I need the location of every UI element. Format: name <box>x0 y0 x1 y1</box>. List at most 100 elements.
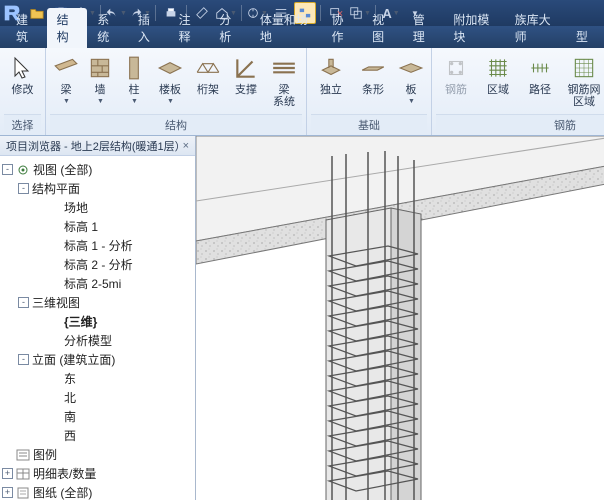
tree-label: 标高 1 <box>64 218 98 235</box>
tree-toggle[interactable]: + <box>2 487 13 498</box>
tree-node[interactable]: + 明细表/数量 <box>2 464 193 483</box>
tree-label: 结构平面 <box>32 180 80 197</box>
tab-structure[interactable]: 结构 <box>47 8 88 48</box>
beam-system-icon <box>270 54 298 82</box>
browser-tree[interactable]: -视图 (全部)-结构平面场地标高 1标高 1 - 分析标高 2 - 分析标高 … <box>0 156 195 500</box>
tree-node[interactable]: -结构平面 <box>2 179 193 198</box>
tree-label: 标高 1 - 分析 <box>64 237 133 254</box>
tab-massing[interactable]: 体量和场地 <box>250 8 322 48</box>
tree-toggle <box>50 373 61 384</box>
main-area: 项目浏览器 - 地上2层结构(暖通1层） × -视图 (全部)-结构平面场地标高… <box>0 136 604 500</box>
tab-systems[interactable]: 系统 <box>87 8 128 48</box>
area-button[interactable]: 区域 <box>478 50 518 100</box>
tree-toggle <box>50 335 61 346</box>
tree-toggle[interactable]: - <box>18 354 29 365</box>
tab-addins[interactable]: 附加模块 <box>443 8 504 48</box>
cursor-icon <box>9 54 37 82</box>
isolated-button[interactable]: 独立 <box>311 50 351 100</box>
ribbon: 修改 选择 梁▼ 墙▼ 柱▼ 楼板▼ 桁架 支撑 梁 系统 结构 独立 条形 板… <box>0 48 604 136</box>
tab-analyze[interactable]: 分析 <box>209 8 250 48</box>
tree-label: 图纸 (全部) <box>33 484 92 500</box>
tree-label: 标高 2 - 分析 <box>64 256 133 273</box>
isolated-icon <box>317 54 345 82</box>
ribbon-tabs: 建筑 结构 系统 插入 注释 分析 体量和场地 协作 视图 管理 附加模块 族库… <box>0 26 604 48</box>
tree-toggle <box>50 240 61 251</box>
tree-toggle[interactable]: - <box>18 297 29 308</box>
panel-structure: 梁▼ 墙▼ 柱▼ 楼板▼ 桁架 支撑 梁 系统 结构 <box>46 48 307 135</box>
area-icon <box>484 54 512 82</box>
tree-label: 西 <box>64 427 76 444</box>
truss-button[interactable]: 桁架 <box>190 50 226 100</box>
path-button[interactable]: 路径 <box>520 50 560 100</box>
tree-toggle[interactable]: - <box>2 164 13 175</box>
tree-node[interactable]: - 视图 (全部) <box>2 160 193 179</box>
tab-view[interactable]: 视图 <box>362 8 403 48</box>
floor-button[interactable]: 楼板▼ <box>152 50 188 109</box>
tree-node[interactable]: 南 <box>2 407 193 426</box>
tree-node[interactable]: 图例 <box>2 445 193 464</box>
tab-insert[interactable]: 插入 <box>128 8 169 48</box>
browser-title-text: 项目浏览器 - 地上2层结构(暖通1层） <box>6 138 183 154</box>
tree-node[interactable]: 标高 2 - 分析 <box>2 255 193 274</box>
panel-rebar-title: 钢筋 <box>436 114 604 135</box>
fabric-area-button[interactable]: 钢筋网 区域 <box>562 50 604 112</box>
column-icon <box>120 54 148 82</box>
beam-button[interactable]: 梁▼ <box>50 50 82 109</box>
tree-node[interactable]: 标高 1 - 分析 <box>2 236 193 255</box>
tree-label: 分析模型 <box>64 332 112 349</box>
panel-structure-title: 结构 <box>50 114 302 135</box>
rebar-button: 钢筋 <box>436 50 476 100</box>
tree-node[interactable]: 标高 1 <box>2 217 193 236</box>
panel-rebar: 钢筋 区域 路径 钢筋网 区域 钢筋 网片 保护层 钢筋 <box>432 48 604 135</box>
brace-button[interactable]: 支撑 <box>228 50 264 100</box>
tree-toggle <box>50 221 61 232</box>
browser-title-bar[interactable]: 项目浏览器 - 地上2层结构(暖通1层） × <box>0 136 195 156</box>
panel-select-title: 选择 <box>4 114 41 135</box>
truss-icon <box>194 54 222 82</box>
tree-toggle[interactable]: + <box>2 468 13 479</box>
viewport-3d[interactable] <box>196 136 604 500</box>
tree-label: 立面 (建筑立面) <box>32 351 115 368</box>
tree-toggle <box>50 316 61 327</box>
tree-node[interactable]: 北 <box>2 388 193 407</box>
tree-label: 明细表/数量 <box>33 465 96 482</box>
tree-node[interactable]: {三维} <box>2 312 193 331</box>
tree-node[interactable]: -三维视图 <box>2 293 193 312</box>
floor-icon <box>156 54 184 82</box>
tree-toggle <box>50 278 61 289</box>
tree-node[interactable]: -立面 (建筑立面) <box>2 350 193 369</box>
tree-toggle <box>50 259 61 270</box>
tree-label: 东 <box>64 370 76 387</box>
tree-label: 视图 (全部) <box>33 161 92 178</box>
tree-node[interactable]: 标高 2-5mi <box>2 274 193 293</box>
slab-icon <box>397 54 425 82</box>
column-button[interactable]: 柱▼ <box>118 50 150 109</box>
browser-close-icon[interactable]: × <box>183 140 189 152</box>
tree-toggle[interactable]: - <box>18 183 29 194</box>
slab-button[interactable]: 板▼ <box>395 50 427 109</box>
tab-more[interactable]: 型 <box>566 25 598 48</box>
beam-icon <box>52 54 80 82</box>
wall-button[interactable]: 墙▼ <box>84 50 116 109</box>
tab-manage[interactable]: 管理 <box>403 8 444 48</box>
tab-annotate[interactable]: 注释 <box>169 8 210 48</box>
panel-foundation-title: 基础 <box>311 114 427 135</box>
tree-toggle <box>50 392 61 403</box>
tree-node[interactable]: 西 <box>2 426 193 445</box>
tab-collaborate[interactable]: 协作 <box>321 8 362 48</box>
strip-button[interactable]: 条形 <box>353 50 393 100</box>
modify-button[interactable]: 修改 <box>4 50 41 100</box>
fabric-area-icon <box>570 54 598 82</box>
tree-node[interactable]: 东 <box>2 369 193 388</box>
strip-icon <box>359 54 387 82</box>
tab-architecture[interactable]: 建筑 <box>6 8 47 48</box>
brace-icon <box>232 54 260 82</box>
beam-system-button[interactable]: 梁 系统 <box>266 50 302 112</box>
panel-select: 修改 选择 <box>0 48 46 135</box>
tree-node[interactable]: 分析模型 <box>2 331 193 350</box>
tree-node[interactable]: 场地 <box>2 198 193 217</box>
tree-node[interactable]: + 图纸 (全部) <box>2 483 193 500</box>
schedule-icon <box>16 468 30 480</box>
panel-foundation: 独立 条形 板▼ 基础 <box>307 48 432 135</box>
tab-familylib[interactable]: 族库大师 <box>505 8 566 48</box>
